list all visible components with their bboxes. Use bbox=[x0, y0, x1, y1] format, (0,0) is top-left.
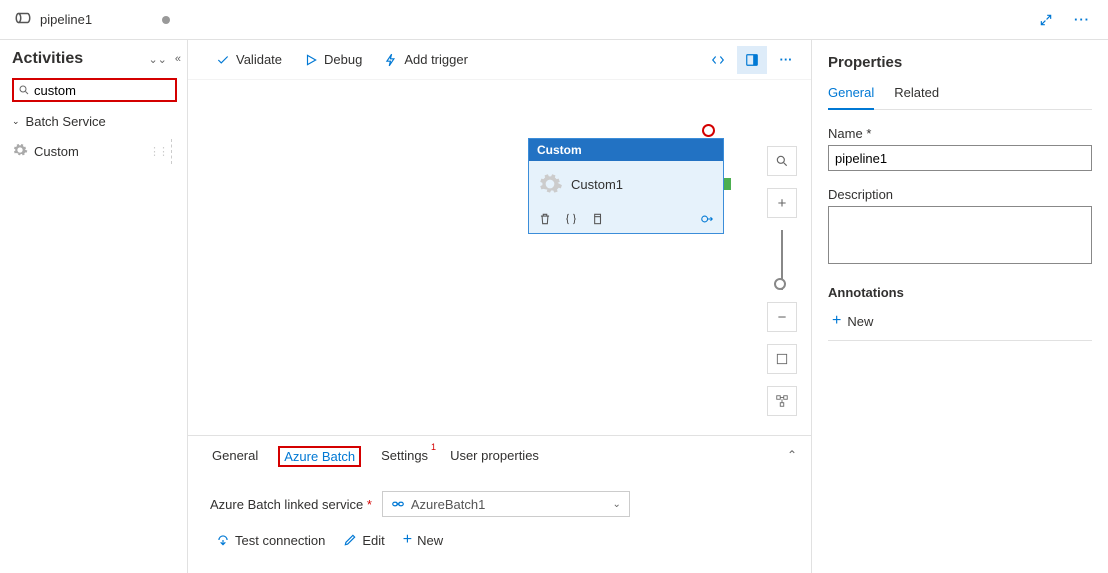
zoom-out-button[interactable]: − bbox=[767, 302, 797, 332]
activity-node-custom1[interactable]: Custom Custom1 bbox=[528, 138, 724, 234]
auto-layout-button[interactable] bbox=[767, 386, 797, 416]
description-input[interactable] bbox=[828, 206, 1092, 264]
canvas-panel: Validate Debug Add trigger ··· Custom bbox=[188, 40, 812, 573]
description-label: Description bbox=[828, 187, 1092, 202]
canvas-toolbar: Validate Debug Add trigger ··· bbox=[188, 40, 811, 80]
delete-icon[interactable] bbox=[537, 211, 553, 227]
activities-search[interactable] bbox=[12, 78, 177, 102]
add-trigger-button[interactable]: Add trigger bbox=[384, 52, 468, 67]
expand-icon[interactable] bbox=[1032, 6, 1060, 34]
activities-title: Activities bbox=[12, 50, 146, 68]
activities-search-input[interactable] bbox=[34, 83, 154, 98]
tab-settings[interactable]: Settings1 bbox=[379, 446, 430, 469]
tab-general[interactable]: General bbox=[210, 446, 260, 469]
validate-button[interactable]: Validate bbox=[216, 52, 282, 67]
more-icon[interactable]: ··· bbox=[1068, 6, 1096, 34]
name-label: Name * bbox=[828, 126, 1092, 141]
collapse-config-icon[interactable]: ⌃ bbox=[787, 448, 797, 462]
canvas-controls: + − bbox=[767, 146, 797, 416]
new-annotation-button[interactable]: + New bbox=[828, 306, 1092, 341]
design-canvas[interactable]: Custom Custom1 + − bbox=[188, 80, 811, 435]
zoom-slider-handle[interactable] bbox=[774, 278, 786, 290]
tab-user-properties[interactable]: User properties bbox=[448, 446, 541, 469]
title-bar-right: ··· bbox=[188, 6, 1108, 34]
activities-panel: Activities ⌄⌄ « ⌄ Batch Service Custom ⋮… bbox=[0, 40, 188, 573]
node-name: Custom1 bbox=[571, 177, 623, 192]
props-tab-general[interactable]: General bbox=[828, 85, 874, 110]
debug-button[interactable]: Debug bbox=[304, 52, 362, 67]
gear-icon bbox=[12, 142, 28, 161]
test-connection-button[interactable]: Test connection bbox=[216, 531, 325, 549]
annotations-label: Annotations bbox=[828, 285, 1092, 300]
title-bar: pipeline1 ··· bbox=[0, 0, 1108, 40]
linked-service-dropdown[interactable]: AzureBatch1 ⌄ bbox=[382, 491, 630, 517]
code-view-icon[interactable] bbox=[703, 46, 733, 74]
gear-icon bbox=[537, 171, 563, 197]
pipeline-name-input[interactable] bbox=[828, 145, 1092, 171]
tab-azure-batch[interactable]: Azure Batch bbox=[278, 446, 361, 467]
collapse-left-icon[interactable]: « bbox=[173, 51, 183, 67]
pipeline-icon bbox=[14, 9, 32, 30]
link-icon bbox=[391, 497, 405, 511]
fit-screen-button[interactable] bbox=[767, 344, 797, 374]
zoom-slider[interactable] bbox=[781, 230, 783, 290]
chevron-down-icon: ⌄ bbox=[612, 499, 620, 510]
pipeline-title: pipeline1 bbox=[40, 12, 92, 27]
success-connector[interactable] bbox=[723, 178, 731, 190]
drag-handle-icon: ⋮⋮ bbox=[149, 145, 167, 158]
canvas-more-icon[interactable]: ··· bbox=[771, 46, 801, 74]
bottom-config-panel: ⌃ General Azure Batch Settings1 User pro… bbox=[188, 435, 811, 573]
search-icon bbox=[18, 84, 30, 96]
node-type-label: Custom bbox=[529, 139, 723, 161]
category-batch-service[interactable]: ⌄ Batch Service bbox=[12, 114, 187, 129]
collapse-down-icon[interactable]: ⌄⌄ bbox=[146, 51, 168, 68]
code-braces-icon[interactable] bbox=[563, 211, 579, 227]
title-bar-left: pipeline1 bbox=[0, 9, 188, 30]
edit-button[interactable]: Edit bbox=[343, 531, 384, 549]
props-tab-related[interactable]: Related bbox=[894, 85, 939, 109]
properties-title: Properties bbox=[828, 54, 1092, 71]
new-linked-service-button[interactable]: + New bbox=[403, 531, 443, 549]
properties-toggle-icon[interactable] bbox=[737, 46, 767, 74]
copy-icon[interactable] bbox=[589, 211, 605, 227]
validation-marker-icon bbox=[702, 124, 715, 137]
chevron-down-icon: ⌄ bbox=[12, 116, 20, 127]
linked-service-label: Azure Batch linked service * bbox=[210, 497, 372, 512]
canvas-search-button[interactable] bbox=[767, 146, 797, 176]
plus-icon: + bbox=[832, 312, 841, 330]
unsaved-indicator bbox=[162, 16, 170, 24]
activity-custom[interactable]: Custom ⋮⋮ bbox=[12, 139, 172, 164]
properties-panel: Properties General Related Name * Descri… bbox=[812, 40, 1108, 573]
zoom-in-button[interactable]: + bbox=[767, 188, 797, 218]
output-arrow-icon[interactable] bbox=[699, 211, 715, 227]
